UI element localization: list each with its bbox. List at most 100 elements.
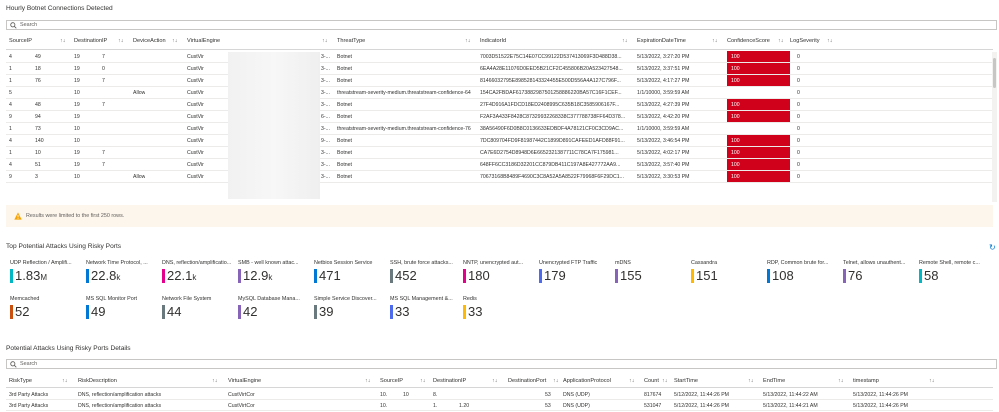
port-tile[interactable]: RDP, Common brute for... 108 <box>767 260 837 284</box>
port-tile[interactable]: SSH, brute force attacks... 452 <box>390 260 460 284</box>
col-risktype[interactable]: RiskType <box>9 378 32 384</box>
cell-applicationprotocol: DNS (UDP) <box>563 403 590 409</box>
port-tile[interactable]: MS SQL Management &... 33 <box>390 296 460 320</box>
col-virtualengine[interactable]: VirtualEngine <box>228 378 261 384</box>
sort-icon[interactable]: ↑↓ <box>465 38 470 44</box>
table-row[interactable]: 3rd Party Attacks DNS, reflection/amplif… <box>6 400 993 411</box>
sort-icon[interactable]: ↑↓ <box>62 378 67 384</box>
col-confidencescore[interactable]: ConfidenceScore <box>727 38 770 44</box>
col-riskdescription[interactable]: RiskDescription <box>78 378 117 384</box>
col-timestamp[interactable]: timestamp <box>853 378 879 384</box>
table-row[interactable]: 9 94 19 CustVir 6-... Botnet F2AF3A433F8… <box>6 111 993 123</box>
port-tile[interactable]: Remote Shell, remote c... 58 <box>919 260 989 284</box>
col-logseverity[interactable]: LogSeverity <box>790 38 820 44</box>
port-tile[interactable]: UDP Reflection / Amplifi... 1.83M <box>10 260 80 284</box>
port-tile[interactable]: Network Time Protocol, ... 22.8k <box>86 260 156 284</box>
port-tile-number: 155 <box>620 268 642 283</box>
cell-sourceip: 9 <box>9 114 12 120</box>
port-tile[interactable]: DNS, reflection/amplificatio... 22.1k <box>162 260 232 284</box>
port-tile-color-bar <box>390 305 393 319</box>
sort-icon[interactable]: ↑↓ <box>172 38 177 44</box>
cell-virtualengine: CustVirtCor <box>228 392 255 398</box>
col-destinationip[interactable]: DestinationIP <box>74 38 107 44</box>
refresh-icon[interactable]: ↻ <box>989 243 996 252</box>
sort-icon[interactable]: ↑↓ <box>629 378 634 384</box>
port-tile[interactable]: MySQL Database Mana... 42 <box>238 296 308 320</box>
port-tile-value: 108 <box>772 269 794 285</box>
table-row[interactable]: 1 76 19 7 CustVir 3-... Botnet 814660327… <box>6 75 993 87</box>
cell-sourceip: 10. <box>380 403 388 409</box>
port-tile[interactable]: Redis 33 <box>463 296 533 320</box>
details-search-placeholder: Search <box>20 361 38 367</box>
sort-icon[interactable]: ↑↓ <box>420 378 425 384</box>
sort-icon[interactable]: ↑↓ <box>929 378 934 384</box>
col-expirationdatetime[interactable]: ExpirationDateTime <box>637 38 686 44</box>
cell-sourceip: 5 <box>9 90 12 96</box>
botnet-search-input[interactable]: Search <box>6 20 997 30</box>
cell-sourceip-part: 73 <box>35 126 41 132</box>
table-row[interactable]: 4 51 19 7 CustVir 3-... Botnet 648FF6CC3… <box>6 159 993 171</box>
table-scrollbar-thumb[interactable] <box>993 58 996 88</box>
col-threattype[interactable]: ThreatType <box>337 38 365 44</box>
sort-icon[interactable]: ↑↓ <box>212 378 217 384</box>
details-search-input[interactable]: Search <box>6 359 997 369</box>
cell-virtualengine: CustVir <box>187 114 204 120</box>
port-tile[interactable]: MS SQL Monitor Port 49 <box>86 296 156 320</box>
port-tile[interactable]: Telnet, allows unauthent... 76 <box>843 260 913 284</box>
sort-icon[interactable]: ↑↓ <box>492 378 497 384</box>
port-tile[interactable]: Netbios Session Service 471 <box>314 260 384 284</box>
port-tile[interactable]: Network File System 44 <box>162 296 232 320</box>
cell-indicatorid: 7003D51522E75C14E07CC99122D537413069F3D4… <box>480 54 622 60</box>
table-row[interactable]: 1 10 19 7 CustVir 3-... Botnet CA7E6D275… <box>6 147 993 159</box>
col-indicatorid[interactable]: IndicatorId <box>480 38 506 44</box>
port-tile-color-bar <box>10 305 13 319</box>
table-row[interactable]: 9 3 10 Allow CustVir 3-... Botnet 706731… <box>6 171 993 183</box>
sort-icon[interactable]: ↑↓ <box>662 378 667 384</box>
table-row[interactable]: 4 140 10 CustVir 9-... Botnet 7DC809704F… <box>6 135 993 147</box>
col-deviceaction[interactable]: DeviceAction <box>133 38 166 44</box>
table-row[interactable]: 4 48 19 7 CustVir 3-... Botnet 27F4D916A… <box>6 99 993 111</box>
cell-expiration: 5/13/2022, 4:02:17 PM <box>637 150 690 156</box>
cell-threattype: threatstream-severity-medium.threatstrea… <box>337 90 471 96</box>
col-destinationip[interactable]: DestinationIP <box>433 378 466 384</box>
cell-destinationip: 19 <box>74 162 80 168</box>
col-sourceip[interactable]: SourceIP <box>380 378 403 384</box>
port-tile-number: 179 <box>544 268 566 283</box>
table-row[interactable]: 4 49 19 7 CustVir 3-... Botnet 7003D5152… <box>6 51 993 63</box>
col-endtime[interactable]: EndTime <box>763 378 785 384</box>
sort-icon[interactable]: ↑↓ <box>365 378 370 384</box>
table-row[interactable]: 5 10 Allow CustVir 3-... threatstream-se… <box>6 87 993 99</box>
table-row[interactable]: 3rd Party Attacks DNS, reflection/amplif… <box>6 389 993 400</box>
cell-threattype: Botnet <box>337 54 352 60</box>
port-tile[interactable]: Unencrypted FTP Traffic 179 <box>539 260 609 284</box>
col-starttime[interactable]: StartTime <box>674 378 698 384</box>
sort-icon[interactable]: ↑↓ <box>322 38 327 44</box>
port-tile[interactable]: NNTP, unencrypted aut... 180 <box>463 260 533 284</box>
sort-icon[interactable]: ↑↓ <box>827 38 832 44</box>
sort-icon[interactable]: ↑↓ <box>778 38 783 44</box>
col-sourceip[interactable]: SourceIP <box>9 38 32 44</box>
port-tile-color-bar <box>162 269 165 283</box>
port-tile[interactable]: Simple Service Discover... 39 <box>314 296 384 320</box>
port-tile[interactable]: Cassandra 151 <box>691 260 761 284</box>
port-tile-color-bar <box>238 269 241 283</box>
col-virtualengine[interactable]: VirtualEngine <box>187 38 220 44</box>
sort-icon[interactable]: ↑↓ <box>553 378 558 384</box>
port-tile[interactable]: SMB - well known attac... 12.9k <box>238 260 308 284</box>
sort-icon[interactable]: ↑↓ <box>748 378 753 384</box>
sort-icon[interactable]: ↑↓ <box>838 378 843 384</box>
sort-icon[interactable]: ↑↓ <box>622 38 627 44</box>
port-tile[interactable]: mDNS 155 <box>615 260 685 284</box>
cell-virtualengine: CustVir <box>187 126 204 132</box>
port-tile[interactable]: Memcached 52 <box>10 296 80 320</box>
table-row[interactable]: 1 18 19 0 CustVir 3-... Botnet 6EA4A28E1… <box>6 63 993 75</box>
col-applicationprotocol[interactable]: ApplicationProtocol <box>563 378 611 384</box>
sort-icon[interactable]: ↑↓ <box>60 38 65 44</box>
cell-destinationport: 53 <box>545 403 551 409</box>
col-destinationport[interactable]: DestinationPort <box>508 378 546 384</box>
port-tile-number: 33 <box>468 304 483 319</box>
table-row[interactable]: 1 73 10 CustVir 3-... threatstream-sever… <box>6 123 993 135</box>
sort-icon[interactable]: ↑↓ <box>712 38 717 44</box>
sort-icon[interactable]: ↑↓ <box>118 38 123 44</box>
col-count[interactable]: Count <box>644 378 659 384</box>
